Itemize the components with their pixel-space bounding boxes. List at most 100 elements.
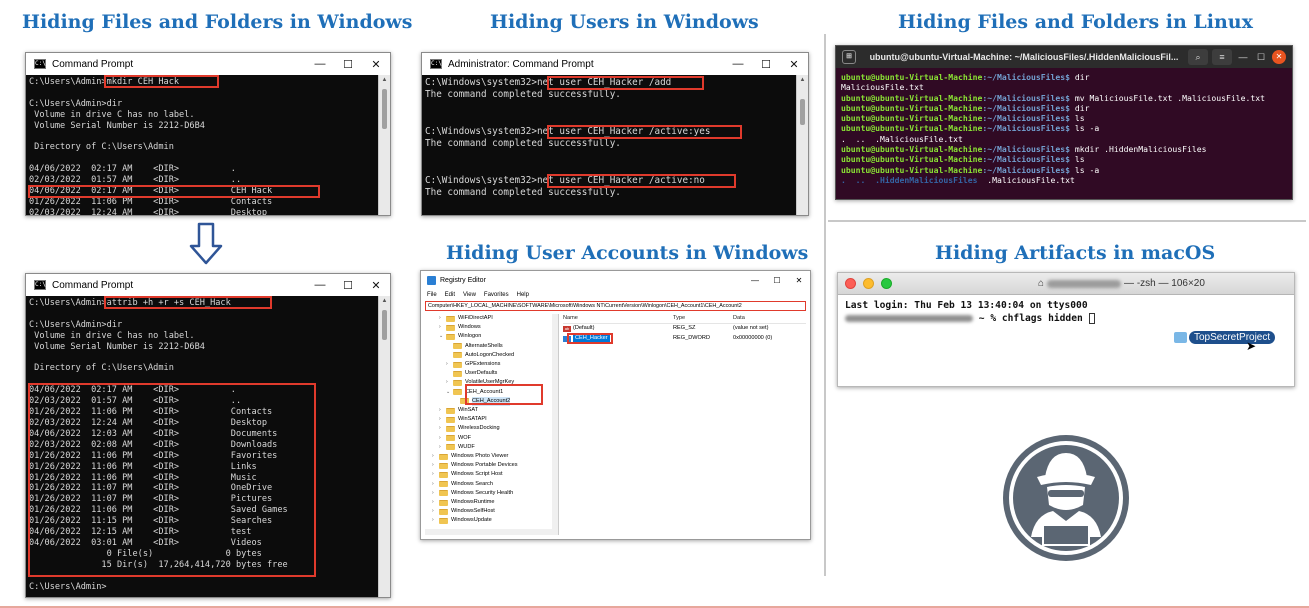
- registry-key-item[interactable]: › Windows Portable Devices: [425, 461, 558, 470]
- scroll-up-icon[interactable]: ▲: [379, 296, 390, 306]
- close-icon[interactable]: ✕: [362, 58, 390, 71]
- registry-editor-window[interactable]: Registry Editor — ☐ ✕ File Edit View Fav…: [420, 270, 811, 540]
- registry-key-item[interactable]: › WUDF: [425, 443, 558, 452]
- close-button[interactable]: [845, 278, 856, 289]
- expand-icon[interactable]: ›: [439, 434, 446, 443]
- maximize-icon[interactable]: ☐: [752, 58, 780, 71]
- registry-key-item[interactable]: › WindowsRuntime: [425, 498, 558, 507]
- expand-icon[interactable]: ›: [432, 498, 439, 507]
- cmd-window-titlebar[interactable]: C:\ Command Prompt — ☐ ✕: [26, 274, 390, 296]
- hamburger-menu-icon[interactable]: ≡: [1212, 49, 1232, 65]
- registry-key-item[interactable]: › WiFiDirectAPI: [425, 314, 558, 323]
- expand-icon[interactable]: ›: [446, 378, 453, 387]
- scrollbar-thumb[interactable]: [382, 89, 387, 129]
- expand-icon[interactable]: ›: [439, 443, 446, 452]
- expand-icon[interactable]: ›: [432, 516, 439, 525]
- minimize-icon[interactable]: —: [1236, 52, 1250, 62]
- registry-key-label: Winlogon: [458, 333, 482, 340]
- registry-key-item[interactable]: › WirelessDocking: [425, 424, 558, 433]
- collapse-icon[interactable]: ⌄: [446, 388, 453, 397]
- cmd-window-mkdir[interactable]: C:\ Command Prompt — ☐ ✕ C:\Users\Admin>…: [25, 52, 391, 216]
- macos-titlebar[interactable]: ⌂ — -zsh — 106×20: [838, 273, 1294, 295]
- expand-icon[interactable]: ›: [446, 360, 453, 369]
- registry-key-item[interactable]: AlternateShells: [425, 342, 558, 351]
- cmd-window-titlebar[interactable]: C:\ Command Prompt — ☐ ✕: [26, 53, 390, 75]
- minimize-icon[interactable]: —: [744, 276, 766, 285]
- registry-key-item[interactable]: › GPExtensions: [425, 360, 558, 369]
- scrollbar[interactable]: ▲: [796, 75, 808, 215]
- col-type[interactable]: Type: [673, 314, 733, 323]
- regedit-titlebar[interactable]: Registry Editor — ☐ ✕: [421, 271, 810, 289]
- menu-help[interactable]: Help: [517, 292, 529, 298]
- expand-icon[interactable]: ›: [439, 424, 446, 433]
- close-icon[interactable]: ✕: [362, 279, 390, 292]
- scrollbar-thumb[interactable]: [800, 99, 805, 125]
- maximize-icon[interactable]: ☐: [766, 276, 788, 285]
- minimize-icon[interactable]: —: [306, 58, 334, 70]
- menu-file[interactable]: File: [427, 292, 437, 298]
- cmd-window-net-user[interactable]: C:\ Administrator: Command Prompt — ☐ ✕ …: [421, 52, 809, 216]
- expand-icon[interactable]: ›: [432, 489, 439, 498]
- tree-horizontal-scrollbar[interactable]: [425, 529, 552, 535]
- expand-icon[interactable]: ›: [439, 323, 446, 332]
- expand-icon[interactable]: ›: [439, 314, 446, 323]
- registry-key-item[interactable]: › Windows Security Health: [425, 489, 558, 498]
- registry-key-item[interactable]: › Windows Photo Viewer: [425, 452, 558, 461]
- expand-icon[interactable]: ›: [432, 480, 439, 489]
- expand-icon[interactable]: ›: [432, 461, 439, 470]
- expand-icon[interactable]: ›: [439, 415, 446, 424]
- registry-key-item[interactable]: › Windows Script Host: [425, 470, 558, 479]
- ubuntu-titlebar[interactable]: ⊞ ubuntu@ubuntu-Virtual-Machine: ~/Malic…: [836, 46, 1292, 68]
- col-data[interactable]: Data: [733, 314, 806, 323]
- collapse-icon[interactable]: ⌄: [439, 332, 446, 341]
- maximize-icon[interactable]: ☐: [334, 58, 362, 71]
- registry-key-item[interactable]: › WOF: [425, 434, 558, 443]
- registry-key-item[interactable]: ⌄ Winlogon: [425, 332, 558, 341]
- scroll-up-icon[interactable]: ▲: [797, 75, 808, 85]
- expand-icon[interactable]: ›: [432, 470, 439, 479]
- minimize-icon[interactable]: —: [306, 279, 334, 291]
- regedit-address-bar[interactable]: Computer\HKEY_LOCAL_MACHINE\SOFTWARE\Mic…: [425, 301, 806, 311]
- close-icon[interactable]: ✕: [788, 276, 810, 285]
- cmd-window-titlebar[interactable]: C:\ Administrator: Command Prompt — ☐ ✕: [422, 53, 808, 75]
- minimize-button[interactable]: [863, 278, 874, 289]
- tree-scrollbar[interactable]: [552, 314, 558, 535]
- dragged-file[interactable]: TopSecretProject: [1174, 331, 1276, 344]
- registry-key-item[interactable]: › Windows Search: [425, 480, 558, 489]
- minimize-icon[interactable]: —: [724, 58, 752, 70]
- scroll-up-icon[interactable]: ▲: [379, 75, 390, 85]
- col-name[interactable]: Name: [563, 314, 673, 323]
- cmd-window-attrib[interactable]: C:\ Command Prompt — ☐ ✕ C:\Users\Admin>…: [25, 273, 391, 598]
- registry-key-item[interactable]: AutoLogonChecked: [425, 351, 558, 360]
- folder-icon: [439, 462, 448, 469]
- zoom-button[interactable]: [881, 278, 892, 289]
- regedit-key-tree[interactable]: › WiFiDirectAPI › Windows ⌄ Winlogon Alternate…: [425, 314, 559, 535]
- registry-key-item[interactable]: › WindowsSelfHost: [425, 507, 558, 516]
- scrollbar[interactable]: ▲: [378, 296, 390, 597]
- regedit-values-pane[interactable]: Name Type Data ab (Default) REG_SZ (value…: [563, 314, 806, 535]
- menu-edit[interactable]: Edit: [445, 292, 455, 298]
- ubuntu-terminal-output[interactable]: ubuntu@ubuntu-Virtual-Machine:~/Maliciou…: [836, 68, 1292, 189]
- scrollbar-thumb[interactable]: [382, 310, 387, 340]
- new-tab-icon[interactable]: ⊞: [842, 50, 856, 64]
- macos-terminal-output[interactable]: Last login: Thu Feb 13 13:40:04 on ttys0…: [838, 295, 1294, 329]
- menu-favorites[interactable]: Favorites: [484, 292, 509, 298]
- registry-key-item[interactable]: › Windows: [425, 323, 558, 332]
- expand-icon[interactable]: ›: [432, 507, 439, 516]
- ubuntu-terminal-window[interactable]: ⊞ ubuntu@ubuntu-Virtual-Machine: ~/Malic…: [835, 45, 1293, 200]
- macos-terminal-window[interactable]: ⌂ — -zsh — 106×20 Last login: Thu Feb 13…: [837, 272, 1295, 387]
- registry-key-item[interactable]: UserDefaults: [425, 369, 558, 378]
- search-icon[interactable]: ⌕: [1188, 49, 1208, 65]
- scrollbar[interactable]: ▲: [378, 75, 390, 215]
- maximize-icon[interactable]: ☐: [1254, 52, 1268, 63]
- maximize-icon[interactable]: ☐: [334, 279, 362, 292]
- expand-icon[interactable]: ›: [439, 406, 446, 415]
- registry-key-item[interactable]: › WinSATAPI: [425, 415, 558, 424]
- registry-key-item[interactable]: › WindowsUpdate: [425, 516, 558, 525]
- expand-icon[interactable]: ›: [432, 452, 439, 461]
- close-icon[interactable]: ✕: [1272, 50, 1286, 64]
- menu-view[interactable]: View: [463, 292, 476, 298]
- cmd-output[interactable]: C:\Windows\system32>net user CEH_Hacker …: [422, 75, 796, 215]
- registry-key-item[interactable]: › WinSAT: [425, 406, 558, 415]
- close-icon[interactable]: ✕: [780, 58, 808, 71]
